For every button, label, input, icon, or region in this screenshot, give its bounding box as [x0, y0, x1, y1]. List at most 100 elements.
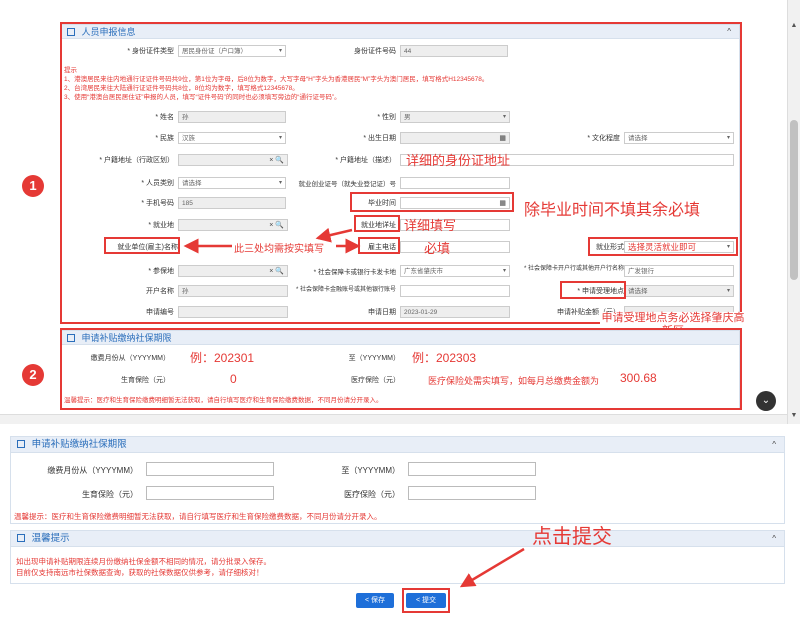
hukou-label: * 户籍地址（行政区划）: [99, 157, 174, 164]
lower-birth-ins-input[interactable]: [146, 486, 274, 500]
holder-label: 开户名称: [146, 288, 174, 295]
app-no-label: 申请编号: [146, 309, 174, 316]
holder-value: 孙: [182, 288, 189, 295]
bank-label: * 社会保障卡开户行或其他开户行名称: [523, 266, 624, 272]
phone-input[interactable]: 185: [178, 197, 286, 209]
lower-page: 申请补贴缴纳社保期限 ^ 缴费月份从（YYYYMM） 至（YYYYMM） 生育保…: [0, 430, 787, 621]
s2-from-label: 缴费月份从（YYYYMM）: [90, 355, 170, 362]
scroll-up-icon[interactable]: ▲: [788, 20, 800, 32]
save-button[interactable]: < 保存: [356, 593, 394, 608]
annotation-required: 必填: [424, 241, 451, 256]
lower-to-input[interactable]: [408, 462, 536, 476]
id-no-input[interactable]: 44: [400, 45, 508, 57]
collapse-icon[interactable]: ^: [772, 531, 776, 547]
chevron-down-icon: ▾: [726, 288, 730, 294]
tip-line: 3、使用“港澳台居民居住证”申报的人员，填写“证件号码”的同时也必须填写旁边的“…: [64, 94, 341, 101]
tip-line: 1、港澳居民来往内地通行证证件号码共9位，第1位为字母，后8位为数字，大写字母“…: [64, 76, 489, 83]
bank-select[interactable]: 广发银行: [624, 265, 734, 277]
lower-birth-ins-label: 生育保险（元）: [82, 490, 138, 499]
annotation-detail-fill: 详细填写: [404, 218, 457, 233]
chevron-down-icon: ▾: [726, 135, 730, 141]
annotation-med-amount: 300.68: [620, 371, 657, 385]
category-value: 请选择: [182, 180, 202, 187]
lower-med-ins-label: 医疗保险（元）: [344, 490, 400, 499]
name-input[interactable]: 孙: [178, 111, 286, 123]
lower-period-panel: 申请补贴缴纳社保期限 ^: [10, 436, 785, 524]
card-bank-label: * 社会保障卡或银行卡发卡地: [313, 269, 396, 276]
step-number-2: 2: [22, 364, 44, 386]
card-bank-select[interactable]: 广东省肇庆市 ▾: [400, 265, 510, 277]
annotation-except-grad: 除毕业时间不填其余必填: [524, 202, 701, 219]
lower-from-input[interactable]: [146, 462, 274, 476]
name-label: * 姓名: [155, 114, 174, 121]
app-date-input: 2023-01-29: [400, 306, 510, 318]
ethnic-select[interactable]: 汉族 ▾: [178, 132, 286, 144]
office-select[interactable]: 请选择 ▾: [624, 285, 734, 297]
scroll-thumb[interactable]: [790, 120, 798, 280]
id-no-value: 44: [404, 48, 412, 55]
scroll-down-button[interactable]: ⌄: [756, 391, 776, 411]
annotation-hukou-desc: 详细的身份证地址: [406, 153, 511, 168]
search-icon[interactable]: × 🔍: [269, 266, 284, 276]
lower-warm-lines: 如出现申请补贴期限连续月份缴纳社保金额不相同的情况，请分批录入保存。 目前仅支持…: [16, 556, 616, 578]
list-icon: [17, 534, 25, 542]
collapse-icon[interactable]: ^: [772, 437, 776, 453]
annotation-med-note: 医疗保险处需实填写，如每月总缴费金额为: [428, 376, 600, 386]
lower-from-label: 缴费月份从（YYYYMM）: [47, 466, 138, 475]
id-type-value: 居民身份证（户口簿）: [182, 48, 247, 55]
highlight-employer: [104, 237, 180, 254]
emp-input[interactable]: × 🔍: [178, 219, 288, 231]
account-input[interactable]: [400, 285, 510, 297]
s2-tip: 温馨提示：医疗和生育保险缴费明细暂无法获取，请自行填写医疗和生育保险缴费数据，不…: [64, 397, 383, 404]
emp-label: * 就业地: [148, 222, 174, 229]
phone-label: * 手机号码: [141, 200, 174, 207]
category-select[interactable]: 请选择 ▾: [178, 177, 286, 189]
birth-label: * 出生日期: [363, 135, 396, 142]
highlight-employer-phone: [358, 237, 400, 254]
horizontal-scrollbar[interactable]: [0, 414, 787, 424]
cert-label: 就业创业证号（就失业登记证）号: [298, 181, 397, 188]
ethnic-label: * 民族: [155, 135, 174, 142]
calendar-icon[interactable]: ▦: [499, 133, 506, 143]
annotation-from-example: 例：202301: [190, 351, 255, 365]
annotation-three-same: 此三处均需按实填写: [234, 244, 324, 255]
screenshot: ▲ ▼ 人员申报信息 ^ * 身份证件类型 居民身份证（户口簿） ▾ 身份证件号码…: [0, 0, 800, 621]
chevron-down-icon: ▾: [278, 180, 282, 186]
step-number-1: 1: [22, 175, 44, 197]
section-header: 申请补贴缴纳社保期限 ^: [11, 437, 784, 453]
gender-select[interactable]: 男 ▾: [400, 111, 510, 123]
insured-input[interactable]: × 🔍: [178, 265, 288, 277]
highlight-office: [560, 281, 626, 299]
tip-line: 2、台湾居民来往大陆通行证证件号码共8位，8位均为数字，填写格式12345678…: [64, 85, 299, 92]
employer-phone-input[interactable]: [400, 241, 510, 253]
edu-select[interactable]: 请选择 ▾: [624, 132, 734, 144]
hukou-input[interactable]: × 🔍: [178, 154, 288, 166]
account-label: * 社会保障卡金融账号或其他银行账号: [295, 287, 396, 293]
id-type-label: * 身份证件类型: [127, 48, 174, 55]
search-icon[interactable]: × 🔍: [269, 220, 284, 230]
s2-to-label: 至（YYYYMM）: [348, 355, 400, 362]
chevron-down-icon: ▾: [502, 114, 506, 120]
insured-label: * 参保地: [148, 268, 174, 275]
tips-block: 提示 1、港澳居民来往内地通行证证件号码共9位，第1位为字母，后8位为数字，大写…: [64, 66, 664, 102]
list-icon: [17, 440, 25, 448]
office-value: 请选择: [628, 288, 648, 295]
annotation-to-example: 例：202303: [412, 351, 477, 365]
edu-label: * 文化程度: [587, 135, 620, 142]
gender-label: * 性别: [377, 114, 396, 121]
section-header: 温馨提示 ^: [11, 531, 784, 547]
lower-to-label: 至（YYYYMM）: [341, 466, 400, 475]
birth-input[interactable]: ▦: [400, 132, 510, 144]
lower-med-ins-input[interactable]: [408, 486, 536, 500]
scroll-down-icon[interactable]: ▼: [788, 410, 800, 422]
vertical-scrollbar[interactable]: ▲ ▼: [787, 0, 800, 424]
holder-input[interactable]: 孙: [178, 285, 288, 297]
category-label: * 人员类别: [141, 180, 174, 187]
search-icon[interactable]: × 🔍: [269, 155, 284, 165]
highlight-emp-detail: [354, 215, 400, 232]
cert-input[interactable]: [400, 177, 510, 189]
highlight-grad: [350, 192, 514, 212]
chevron-down-icon: ▾: [278, 135, 282, 141]
id-type-select[interactable]: 居民身份证（户口簿） ▾: [178, 45, 286, 57]
annotation-click-submit: 点击提交: [532, 526, 612, 548]
